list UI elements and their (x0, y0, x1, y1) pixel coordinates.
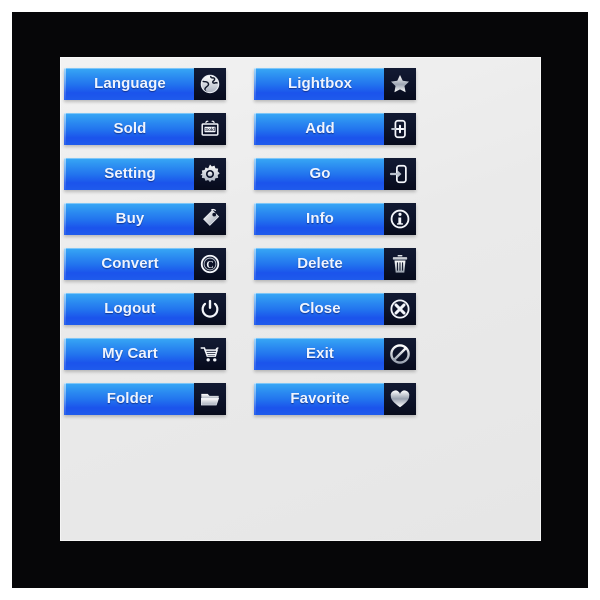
button-folder[interactable]: Folder (64, 383, 226, 415)
info-circle-icon (384, 203, 416, 235)
button-label: Go (309, 165, 331, 182)
button-label: Add (305, 120, 335, 137)
close-circle-icon (384, 293, 416, 325)
button-label: Buy (115, 210, 145, 227)
price-tag-icon (194, 203, 226, 235)
globe-icon (194, 68, 226, 100)
trash-can-icon (384, 248, 416, 280)
button-exit[interactable]: Exit (254, 338, 416, 370)
button-my-cart[interactable]: My Cart (64, 338, 226, 370)
button-label: Delete (297, 255, 343, 272)
button-lightbox[interactable]: Lightbox (254, 68, 416, 100)
button-info[interactable]: Info (254, 203, 416, 235)
arrow-into-box-icon (384, 158, 416, 190)
button-language[interactable]: Language (64, 68, 226, 100)
button-setting[interactable]: Setting (64, 158, 226, 190)
left-column: Language Sold Sold Setting Buy Convert C Logout… (64, 68, 226, 428)
right-column: Lightbox Add Go Info Delete Close Exit Favorite (254, 68, 416, 428)
svg-text:C: C (206, 260, 213, 271)
button-label: Folder (106, 390, 154, 407)
button-buy[interactable]: Buy (64, 203, 226, 235)
button-grid: Language Sold Sold Setting Buy Convert C Logout… (64, 68, 420, 436)
button-label: Logout (104, 300, 156, 317)
button-go[interactable]: Go (254, 158, 416, 190)
button-close[interactable]: Close (254, 293, 416, 325)
star-icon (384, 68, 416, 100)
gear-icon (194, 158, 226, 190)
add-to-box-icon (384, 113, 416, 145)
heart-icon (384, 383, 416, 415)
power-icon (194, 293, 226, 325)
button-delete[interactable]: Delete (254, 248, 416, 280)
button-sold[interactable]: Sold Sold (64, 113, 226, 145)
button-label: Exit (306, 345, 334, 362)
button-logout[interactable]: Logout (64, 293, 226, 325)
prohibited-icon (384, 338, 416, 370)
svg-text:Sold: Sold (205, 127, 215, 132)
button-label: Favorite (290, 390, 350, 407)
screenshot-canvas: Language Sold Sold Setting Buy Convert C Logout… (0, 0, 600, 600)
button-label: Setting (104, 165, 156, 182)
button-label: Sold (113, 120, 147, 137)
button-label: Language (94, 75, 166, 92)
folder-icon (194, 383, 226, 415)
button-convert[interactable]: Convert C (64, 248, 226, 280)
button-add[interactable]: Add (254, 113, 416, 145)
button-label: Lightbox (287, 75, 353, 92)
button-label: Close (299, 300, 341, 317)
sold-sign-icon: Sold (194, 113, 226, 145)
copyright-circle-icon: C (194, 248, 226, 280)
button-label: My Cart (102, 345, 158, 362)
shopping-cart-icon (194, 338, 226, 370)
button-favorite[interactable]: Favorite (254, 383, 416, 415)
button-label: Convert (101, 255, 159, 272)
button-label: Info (306, 210, 334, 227)
